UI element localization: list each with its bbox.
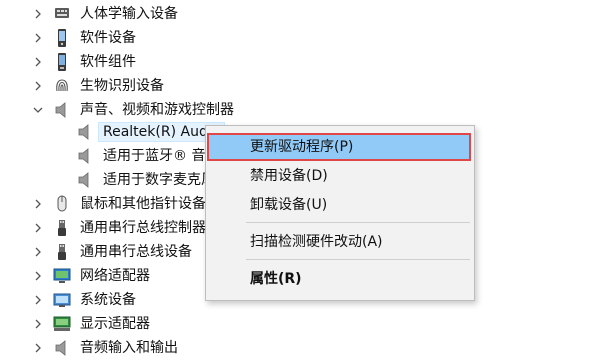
hid-icon: [55, 8, 69, 18]
tree-item-software-devices[interactable]: 软件设备: [0, 26, 608, 50]
tree-item-sound-video-game[interactable]: 声音、视频和游戏控制器: [0, 98, 608, 122]
mouse-icon: [57, 195, 67, 212]
tree-item-label: 软件设备: [80, 30, 136, 46]
tree-item-hid[interactable]: 人体学输入设备: [0, 2, 608, 26]
speaker-icon: [78, 172, 89, 188]
chevron-right-icon[interactable]: [31, 197, 45, 211]
tree-item-biometric[interactable]: 生物识别设备: [0, 74, 608, 98]
tree-item-label: 网络适配器: [80, 268, 150, 284]
menu-item-uninstall-device[interactable]: 卸载设备(U): [208, 192, 470, 218]
tree-item-label: 系统设备: [80, 292, 136, 308]
tree-item-label: 声音、视频和游戏控制器: [80, 102, 234, 118]
context-menu: 更新驱动程序(P) 禁用设备(D) 卸载设备(U) 扫描检测硬件改动(A) 属性…: [205, 125, 475, 301]
tree-item-label: 显示适配器: [80, 316, 150, 332]
menu-item-properties[interactable]: 属性(R): [208, 266, 470, 292]
speaker-icon: [55, 102, 66, 118]
menu-separator: [246, 259, 470, 260]
tree-item-label: 通用串行总线控制器: [80, 220, 206, 236]
software-component-icon: [58, 53, 66, 71]
chevron-right-icon[interactable]: [31, 317, 45, 331]
chevron-right-icon[interactable]: [31, 7, 45, 21]
tree-item-software-components[interactable]: 软件组件: [0, 50, 608, 74]
usb-icon: [58, 244, 66, 260]
speaker-icon: [78, 148, 89, 164]
network-adapter-icon: [53, 268, 71, 283]
chevron-down-icon[interactable]: [31, 103, 45, 117]
speaker-icon: [78, 124, 89, 140]
tree-item-label: 通用串行总线设备: [80, 244, 192, 260]
tree-item-label: 软件组件: [80, 54, 136, 70]
chevron-right-icon[interactable]: [31, 31, 45, 45]
chevron-right-icon[interactable]: [31, 245, 45, 259]
audio-io-icon: [55, 340, 66, 356]
chevron-right-icon[interactable]: [31, 79, 45, 93]
tree-item-label: 生物识别设备: [80, 78, 164, 94]
software-device-icon: [58, 29, 66, 47]
usb-icon: [58, 220, 66, 236]
display-adapter-icon: [53, 316, 71, 331]
menu-item-update-driver[interactable]: 更新驱动程序(P): [207, 133, 471, 161]
fingerprint-icon: [56, 79, 68, 92]
tree-item-label: 鼠标和其他指针设备: [80, 196, 206, 212]
system-device-icon: [53, 293, 71, 307]
menu-item-scan-hardware[interactable]: 扫描检测硬件改动(A): [208, 229, 470, 255]
tree-item-label: 音频输入和输出: [80, 340, 178, 356]
tree-item-display-adapters[interactable]: 显示适配器: [0, 312, 608, 336]
menu-separator: [246, 222, 470, 223]
chevron-right-icon[interactable]: [31, 341, 45, 355]
menu-item-disable-device[interactable]: 禁用设备(D): [208, 163, 470, 189]
tree-item-label: 人体学输入设备: [80, 6, 178, 22]
chevron-right-icon[interactable]: [31, 221, 45, 235]
chevron-right-icon[interactable]: [31, 55, 45, 69]
chevron-right-icon[interactable]: [31, 269, 45, 283]
tree-item-audio-io[interactable]: 音频输入和输出: [0, 336, 608, 360]
chevron-right-icon[interactable]: [31, 293, 45, 307]
